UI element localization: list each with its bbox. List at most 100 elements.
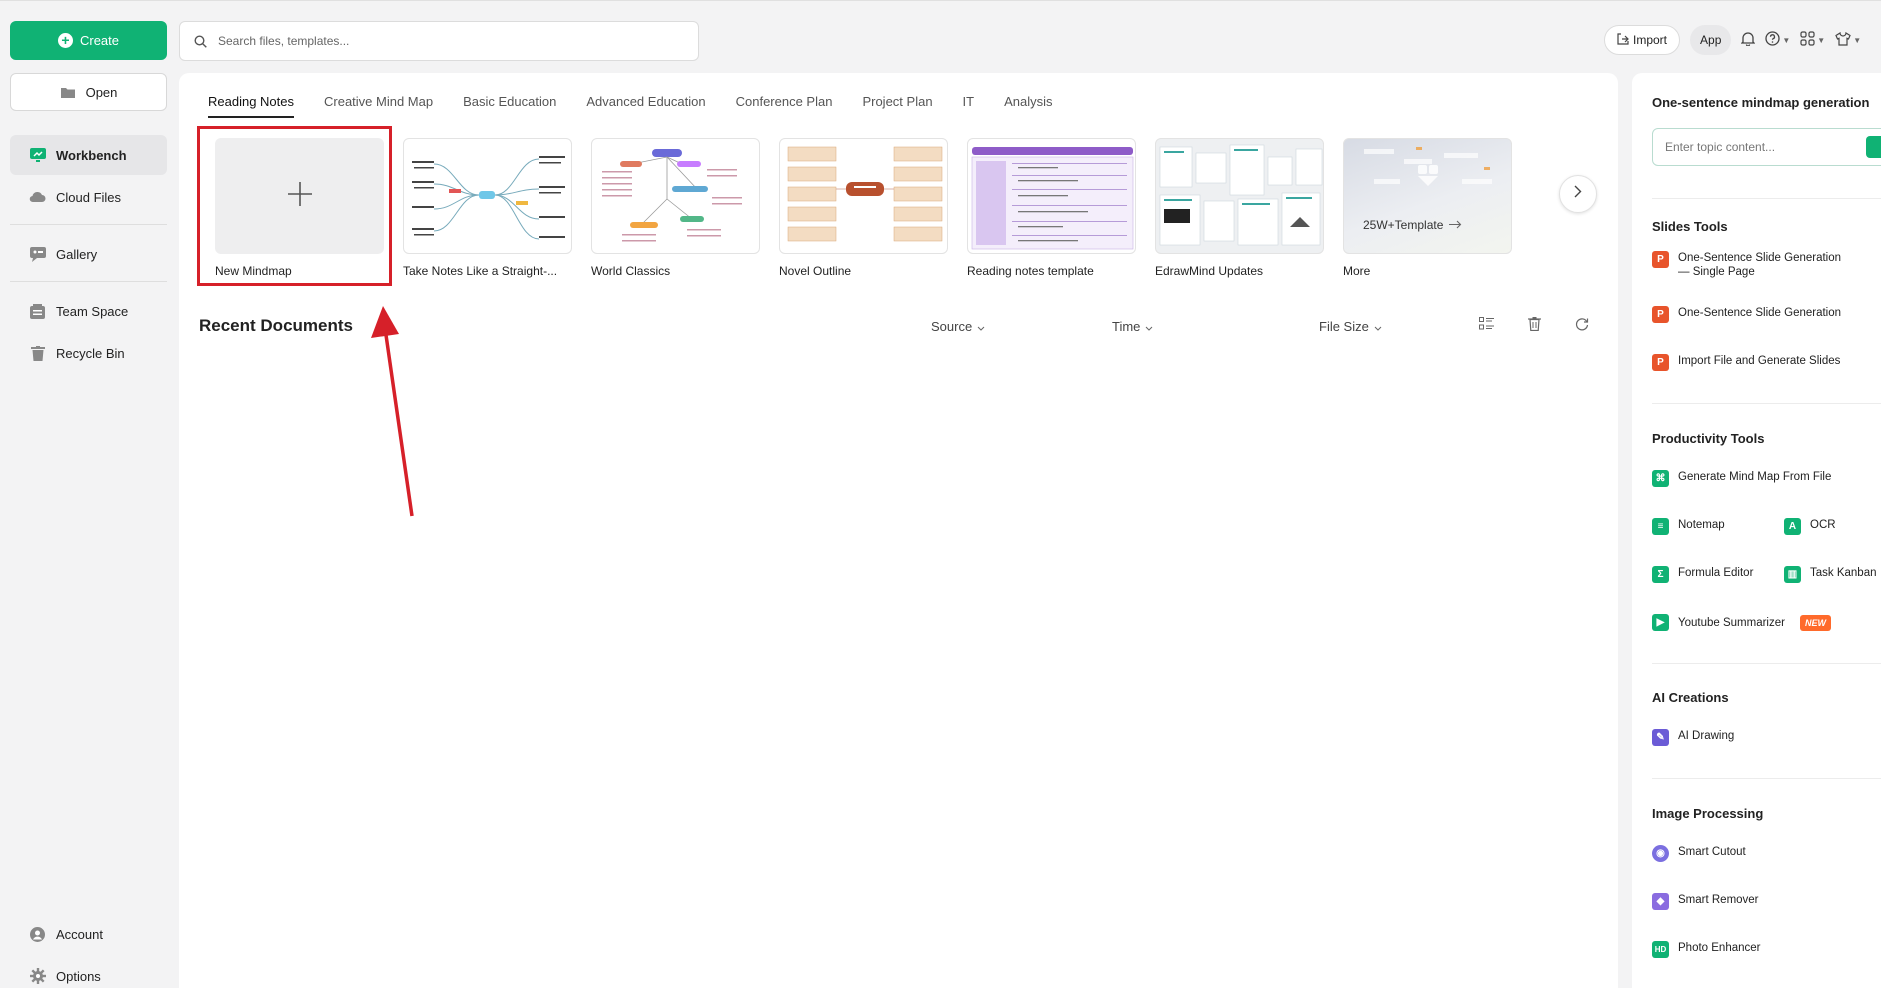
formula-icon: Σ [1652,566,1669,583]
panel-divider [1652,198,1881,199]
template-tabs: Reading Notes Creative Mind Map Basic Ed… [208,94,1053,118]
sidebar-item-gallery[interactable]: Gallery [10,234,167,274]
tool-label: Import File and Generate Slides [1678,355,1841,367]
chevron-down-icon [1145,319,1153,334]
tab-it[interactable]: IT [963,94,975,118]
tab-creative-mind-map[interactable]: Creative Mind Map [324,94,433,118]
left-sidebar: + Create Open Workbench Cloud Files Gall… [0,0,178,988]
tab-conference-plan[interactable]: Conference Plan [736,94,833,118]
hd-icon: HD [1652,941,1669,958]
topic-input-box[interactable] [1652,128,1881,166]
chevron-down-icon [1374,319,1382,334]
template-name: More [1343,264,1371,278]
tab-analysis[interactable]: Analysis [1004,94,1052,118]
tool-youtube-summarizer[interactable]: ▶ Youtube Summarizer NEW [1652,614,1831,631]
folder-icon [60,84,77,101]
create-button[interactable]: + Create [10,21,167,60]
template-thumbnail[interactable]: 25W+Template [1343,138,1512,254]
sidebar-item-options[interactable]: Options [10,956,167,988]
template-thumbnail[interactable] [403,138,572,254]
apps-grid-button[interactable]: ▼ [1800,25,1825,55]
tool-formula-editor[interactable]: Σ Formula Editor [1652,566,1753,583]
help-button[interactable]: ▼ [1765,25,1790,55]
tool-label: Formula Editor [1678,567,1754,579]
file-size-sort[interactable]: File Size [1319,319,1382,334]
template-thumbnail[interactable] [1155,138,1324,254]
open-button[interactable]: Open [10,73,167,111]
sidebar-item-label: Workbench [56,147,127,163]
sidebar-item-recycle-bin[interactable]: Recycle Bin [10,333,167,373]
productivity-tools-title: Productivity Tools [1652,431,1765,446]
eraser-icon: ◆ [1652,893,1669,910]
sidebar-item-team-space[interactable]: Team Space [10,291,167,331]
tool-task-kanban[interactable]: ▥ Task Kanban [1784,566,1877,583]
tab-basic-education[interactable]: Basic Education [463,94,556,118]
file-size-label: File Size [1319,319,1369,334]
tool-one-sentence-slide-generation[interactable]: P One-Sentence Slide Generation [1652,306,1841,323]
template-name: Novel Outline [779,264,852,278]
template-card[interactable]: EdrawMind Updates [1155,138,1324,278]
chevron-down-icon: ▼ [1782,35,1791,45]
sidebar-item-account[interactable]: Account [10,914,167,954]
tab-advanced-education[interactable]: Advanced Education [586,94,705,118]
panel-divider [1652,663,1881,664]
sidebar-item-cloud-files[interactable]: Cloud Files [10,177,167,217]
app-button[interactable]: App [1690,25,1732,55]
plus-circle-icon: + [57,33,73,48]
import-label: Import [1633,33,1668,47]
chevron-down-icon: ▼ [1817,35,1826,45]
list-view-button[interactable] [1475,315,1497,337]
skin-button[interactable]: ▼ [1835,25,1861,55]
top-rule [0,0,1881,1]
search-bar[interactable] [179,21,699,61]
delete-button[interactable] [1523,315,1545,337]
notemap-icon: ≡ [1652,518,1669,535]
template-card[interactable]: Novel Outline [779,138,948,278]
sidebar-divider [10,281,167,282]
time-sort[interactable]: Time [1112,319,1153,334]
source-label: Source [931,319,973,334]
main-panel: Reading Notes Creative Mind Map Basic Ed… [179,73,1618,988]
send-icon[interactable] [1866,136,1881,158]
sidebar-item-workbench[interactable]: Workbench [10,135,167,175]
bell-icon [1740,31,1756,49]
chevron-down-icon: ▼ [1853,35,1862,45]
ai-creations-title: AI Creations [1652,690,1729,705]
template-thumbnail[interactable] [779,138,948,254]
tool-ai-drawing[interactable]: ✎ AI Drawing [1652,729,1734,746]
tool-ocr[interactable]: A OCR [1784,518,1836,535]
topic-input[interactable] [1665,140,1865,154]
ai-drawing-icon: ✎ [1652,729,1669,746]
tool-photo-enhancer[interactable]: HD Photo Enhancer [1652,941,1760,958]
tool-generate-mind-map-from-file[interactable]: ⌘ Generate Mind Map From File [1652,470,1831,487]
tool-import-file-generate-slides[interactable]: P Import File and Generate Slides [1652,354,1840,371]
tool-notemap[interactable]: ≡ Notemap [1652,518,1725,535]
refresh-button[interactable] [1571,315,1593,337]
panel-divider [1652,778,1881,779]
cloud-icon [29,189,46,206]
sidebar-item-label: Gallery [56,246,98,262]
template-name: EdrawMind Updates [1155,264,1264,278]
template-card[interactable]: World Classics [591,138,760,278]
source-sort[interactable]: Source [931,319,985,334]
next-templates-button[interactable] [1559,175,1597,213]
tool-label: Photo Enhancer [1678,942,1761,954]
notification-button[interactable] [1740,25,1756,55]
template-thumbnail[interactable] [967,138,1136,254]
gear-icon [29,968,46,985]
tool-one-sentence-slide-single-page[interactable]: P One-Sentence Slide Generation — Single… [1652,251,1852,279]
tool-smart-remover[interactable]: ◆ Smart Remover [1652,893,1759,910]
tool-smart-cutout[interactable]: ◉ Smart Cutout [1652,845,1746,862]
sidebar-item-label: Recycle Bin [56,345,125,361]
tool-label: OCR [1810,519,1836,531]
import-button[interactable]: Import [1604,25,1681,55]
template-card[interactable]: Take Notes Like a Straight-... [403,138,572,278]
time-label: Time [1112,319,1141,334]
tab-reading-notes[interactable]: Reading Notes [208,94,294,118]
template-thumbnail[interactable] [591,138,760,254]
new-badge: NEW [1799,614,1831,631]
template-card[interactable]: Reading notes template [967,138,1136,278]
search-input[interactable] [218,34,688,48]
tab-project-plan[interactable]: Project Plan [862,94,932,118]
template-card-more[interactable]: 25W+Template More [1343,138,1512,278]
